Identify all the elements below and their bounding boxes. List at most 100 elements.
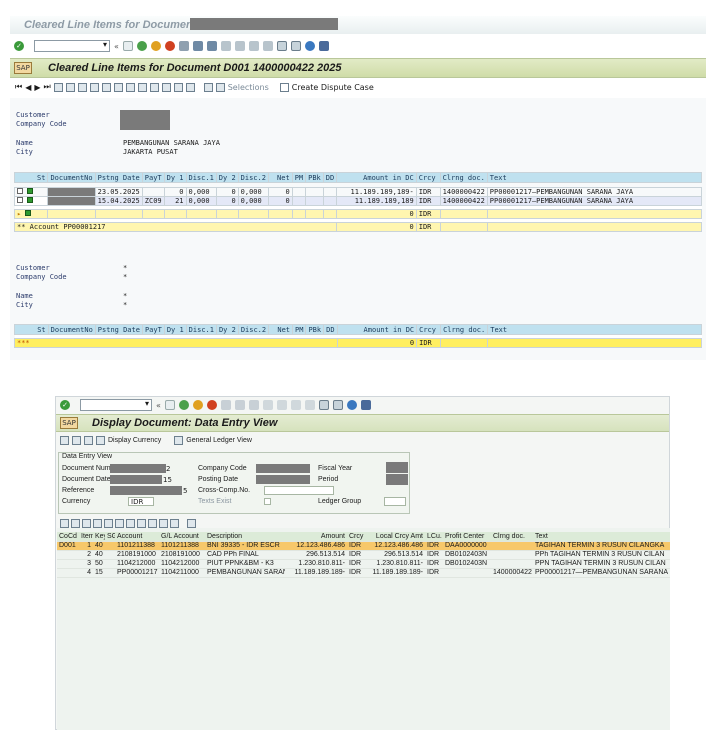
display-currency-button[interactable]: Display Currency bbox=[108, 437, 161, 444]
col-key[interactable]: Key bbox=[93, 532, 105, 542]
cross-comp-field[interactable] bbox=[264, 486, 334, 495]
document-overview-icon[interactable] bbox=[84, 436, 93, 445]
layout-icon[interactable] bbox=[125, 82, 135, 92]
find-icon[interactable] bbox=[192, 41, 203, 51]
details-icon[interactable] bbox=[60, 519, 69, 528]
col-crcy[interactable]: Crcy bbox=[416, 324, 442, 335]
filter-icon[interactable] bbox=[89, 82, 99, 92]
details-icon[interactable] bbox=[53, 82, 63, 92]
chevron-down-icon[interactable]: ▾ bbox=[103, 40, 107, 49]
col-clrng-doc[interactable]: Clrng doc. bbox=[439, 172, 488, 183]
col-disc1[interactable]: Disc.1 bbox=[185, 324, 217, 335]
currency-field[interactable]: IDR bbox=[128, 497, 154, 506]
print-icon[interactable] bbox=[178, 41, 189, 51]
col-dy2[interactable]: Dy 2 bbox=[215, 172, 239, 183]
create-dispute-button[interactable]: Create Dispute Case bbox=[292, 83, 374, 92]
col-local-amount[interactable]: Local Crcy Amt bbox=[365, 532, 425, 542]
col-item[interactable]: Item bbox=[79, 532, 93, 542]
col-pbk[interactable]: PBk bbox=[305, 172, 324, 183]
table-row[interactable]: D001 1 40 1101211388 1101211388 BNI 3933… bbox=[57, 541, 670, 551]
dispute-icon[interactable] bbox=[279, 82, 289, 92]
last-item-icon[interactable]: ⏭ bbox=[44, 82, 51, 92]
col-net[interactable]: Net bbox=[268, 324, 294, 335]
exit-icon[interactable] bbox=[192, 400, 203, 410]
display-change-icon[interactable] bbox=[60, 436, 69, 445]
next-page-icon[interactable] bbox=[290, 400, 301, 410]
col-payt[interactable]: PayT bbox=[141, 324, 165, 335]
layout-icon[interactable] bbox=[148, 519, 157, 528]
col-disc1[interactable]: Disc.1 bbox=[185, 172, 217, 183]
grand-total-row[interactable]: *** 0 IDR bbox=[14, 338, 702, 348]
back-icon[interactable] bbox=[136, 41, 147, 51]
sap-menu-icon[interactable]: SAP bbox=[14, 62, 32, 74]
col-pstng-date[interactable]: Pstng Date bbox=[94, 172, 143, 183]
col-st[interactable]: St bbox=[14, 324, 49, 335]
spreadsheet-icon[interactable] bbox=[161, 82, 171, 92]
table-row[interactable]: 15.04.2025 ZC09 21 0,000 0 0,000 0 11.18… bbox=[13, 196, 703, 206]
ledger-group-field[interactable] bbox=[384, 497, 406, 506]
find-icon[interactable] bbox=[234, 400, 245, 410]
sum-icon[interactable] bbox=[101, 82, 111, 92]
general-ledger-view-button[interactable]: General Ledger View bbox=[186, 437, 252, 444]
col-net[interactable]: Net bbox=[267, 172, 293, 183]
find-next-icon[interactable] bbox=[248, 400, 259, 410]
filter-icon[interactable] bbox=[93, 519, 102, 528]
col-dd[interactable]: DD bbox=[323, 324, 338, 335]
subtotal-icon[interactable] bbox=[115, 519, 124, 528]
col-disc2[interactable]: Disc.2 bbox=[237, 172, 269, 183]
col-disc2[interactable]: Disc.2 bbox=[237, 324, 270, 335]
subtotal-row[interactable]: ▸ 0 IDR bbox=[13, 209, 703, 219]
sort-asc-icon[interactable] bbox=[65, 82, 75, 92]
graphic-icon[interactable] bbox=[170, 519, 179, 528]
col-pm[interactable]: PM bbox=[291, 324, 307, 335]
command-field[interactable]: ▾ bbox=[34, 40, 110, 52]
back-icon[interactable] bbox=[178, 400, 189, 410]
other-document-icon[interactable] bbox=[72, 436, 81, 445]
first-item-icon[interactable]: ⏮ bbox=[15, 82, 22, 92]
col-gl-account[interactable]: G/L Account bbox=[159, 532, 205, 542]
shortcut-icon[interactable] bbox=[332, 400, 343, 410]
col-profit-center[interactable]: Profit Center bbox=[443, 532, 491, 542]
table-row[interactable]: 4 15 PP00001217 1104211000 PEMBANGUNAN S… bbox=[57, 568, 670, 578]
col-pbk[interactable]: PBk bbox=[305, 324, 325, 335]
col-amount[interactable]: Amount in DC bbox=[336, 172, 417, 183]
table-row[interactable]: 3 50 1104212000 1104212000 PIUT PPNK&BM … bbox=[57, 559, 670, 569]
col-payt[interactable]: PayT bbox=[141, 172, 165, 183]
sort-desc-icon[interactable] bbox=[77, 82, 87, 92]
col-pm[interactable]: PM bbox=[291, 172, 307, 183]
col-account[interactable]: Account bbox=[115, 532, 159, 542]
col-documentno[interactable]: DocumentNo bbox=[47, 324, 96, 335]
col-st[interactable]: St bbox=[13, 172, 49, 183]
col-dd[interactable]: DD bbox=[322, 172, 338, 183]
export-icon[interactable] bbox=[137, 82, 147, 92]
word-icon[interactable] bbox=[173, 82, 183, 92]
col-documentno[interactable]: DocumentNo bbox=[47, 172, 96, 183]
command-field[interactable]: ▾ bbox=[80, 399, 152, 411]
prev-page-icon[interactable] bbox=[276, 400, 287, 410]
mail-icon[interactable] bbox=[185, 82, 195, 92]
last-page-icon[interactable] bbox=[304, 400, 315, 410]
help-icon[interactable] bbox=[304, 41, 315, 51]
cancel-icon[interactable] bbox=[206, 400, 217, 410]
col-dy2[interactable]: Dy 2 bbox=[215, 324, 239, 335]
info-icon[interactable] bbox=[203, 82, 213, 92]
col-cocd[interactable]: CoCd bbox=[57, 532, 79, 542]
row-checkbox[interactable] bbox=[17, 197, 23, 203]
col-description[interactable]: Description bbox=[205, 532, 285, 542]
col-clrng-doc[interactable]: Clrng doc. bbox=[440, 324, 489, 335]
new-session-icon[interactable] bbox=[318, 400, 329, 410]
first-page-icon[interactable] bbox=[262, 400, 273, 410]
sum-icon[interactable] bbox=[104, 519, 113, 528]
layout-menu-icon[interactable] bbox=[318, 41, 329, 51]
next-item-icon[interactable]: ▶ bbox=[34, 83, 40, 92]
print-icon[interactable] bbox=[220, 400, 231, 410]
col-pstng-date[interactable]: Pstng Date bbox=[94, 324, 143, 335]
sort-desc-icon[interactable] bbox=[82, 519, 91, 528]
taxes-icon[interactable] bbox=[96, 436, 105, 445]
table-row[interactable]: 2 40 2108191000 2108191000 CAD PPh FINAL… bbox=[57, 550, 670, 560]
col-crcy[interactable]: Crcy bbox=[347, 532, 365, 542]
cancel-icon[interactable] bbox=[164, 41, 175, 51]
back-chevron-icon[interactable]: « bbox=[156, 401, 161, 410]
col-amount[interactable]: Amount bbox=[285, 532, 347, 542]
sap-menu-icon[interactable]: SAP bbox=[60, 417, 78, 429]
